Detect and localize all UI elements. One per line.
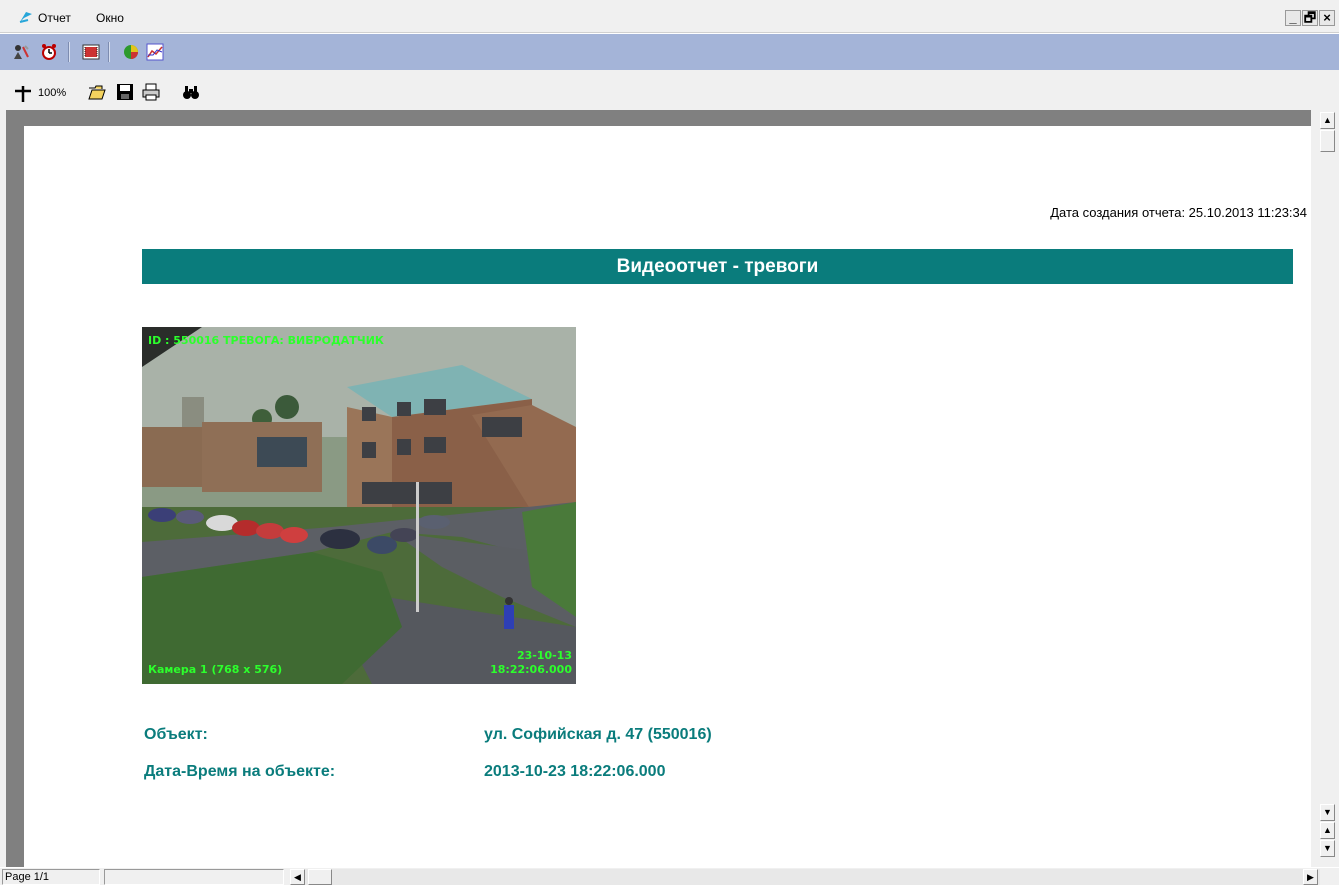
toolbar-separator <box>68 42 70 62</box>
document-viewport[interactable]: Дата создания отчета: 25.10.2013 11:23:3… <box>6 110 1311 867</box>
zoom-level[interactable]: 100% <box>38 87 66 99</box>
minimize-button[interactable]: _ <box>1285 10 1301 26</box>
scroll-right-button[interactable]: ▶ <box>1303 869 1318 885</box>
scroll-left-button[interactable]: ◀ <box>290 869 305 885</box>
scroll-up-button[interactable]: ▲ <box>1320 112 1335 129</box>
object-value: ул. Софийская д. 47 (550016) <box>484 726 712 743</box>
preview-toolbar: 100% <box>0 71 1339 109</box>
horizontal-scrollbar[interactable]: ◀ ▶ <box>290 869 1320 885</box>
object-label: Объект: <box>144 726 208 743</box>
save-icon[interactable] <box>116 83 134 101</box>
find-icon[interactable] <box>182 83 200 101</box>
datetime-label: Дата-Время на объекте: <box>144 763 336 780</box>
overlay-camera-name: Камера 1 (768 x 576) <box>148 663 283 676</box>
app-logo-icon <box>18 10 34 24</box>
alarm-clock-icon[interactable] <box>40 43 58 61</box>
open-folder-icon[interactable] <box>88 83 106 101</box>
menu-window[interactable]: Окно <box>96 11 124 25</box>
vertical-scrollbar[interactable]: ▲ ▼ ▲ ▼ <box>1311 110 1339 867</box>
page-indicator: Page 1/1 <box>2 869 100 885</box>
toolbar-separator <box>108 42 110 62</box>
menubar: Отчет Окно _ 🗗 × <box>0 0 1339 33</box>
overlay-date: 23-10-13 <box>516 649 572 662</box>
next-page-button[interactable]: ▼ <box>1320 840 1335 857</box>
restore-button[interactable]: 🗗 <box>1302 10 1318 26</box>
pie-chart-icon[interactable] <box>122 43 140 61</box>
camera-snapshot: ID : 550016 ТРЕВОГА: ВИБРОДАТЧИК Камера … <box>142 327 576 684</box>
statusbar: Page 1/1 ◀ ▶ <box>0 867 1339 885</box>
print-icon[interactable] <box>142 83 160 101</box>
overlay-alarm-id: ID : 550016 ТРЕВОГА: ВИБРОДАТЧИК <box>148 334 384 347</box>
window-controls: _ 🗗 × <box>1285 10 1335 26</box>
line-chart-icon[interactable] <box>146 43 164 61</box>
zoom-icon[interactable] <box>14 85 32 103</box>
datetime-value: 2013-10-23 18:22:06.000 <box>484 763 666 780</box>
video-report-icon[interactable] <box>82 43 100 61</box>
prev-page-button[interactable]: ▲ <box>1320 822 1335 839</box>
scroll-down-button[interactable]: ▼ <box>1320 804 1335 821</box>
status-panel-empty <box>104 869 284 885</box>
hscroll-thumb[interactable] <box>308 869 332 885</box>
overlay-time: 18:22:06.000 <box>490 663 572 676</box>
report-title: Видеоотчет - тревоги <box>142 249 1293 284</box>
close-button[interactable]: × <box>1319 10 1335 26</box>
menu-report[interactable]: Отчет <box>38 11 71 25</box>
scroll-thumb[interactable] <box>1320 130 1335 152</box>
report-created-date: Дата создания отчета: 25.10.2013 11:23:3… <box>1050 205 1307 220</box>
user-tools-icon[interactable] <box>12 43 30 61</box>
main-toolbar <box>0 33 1339 70</box>
report-page: Дата создания отчета: 25.10.2013 11:23:3… <box>24 126 1311 867</box>
